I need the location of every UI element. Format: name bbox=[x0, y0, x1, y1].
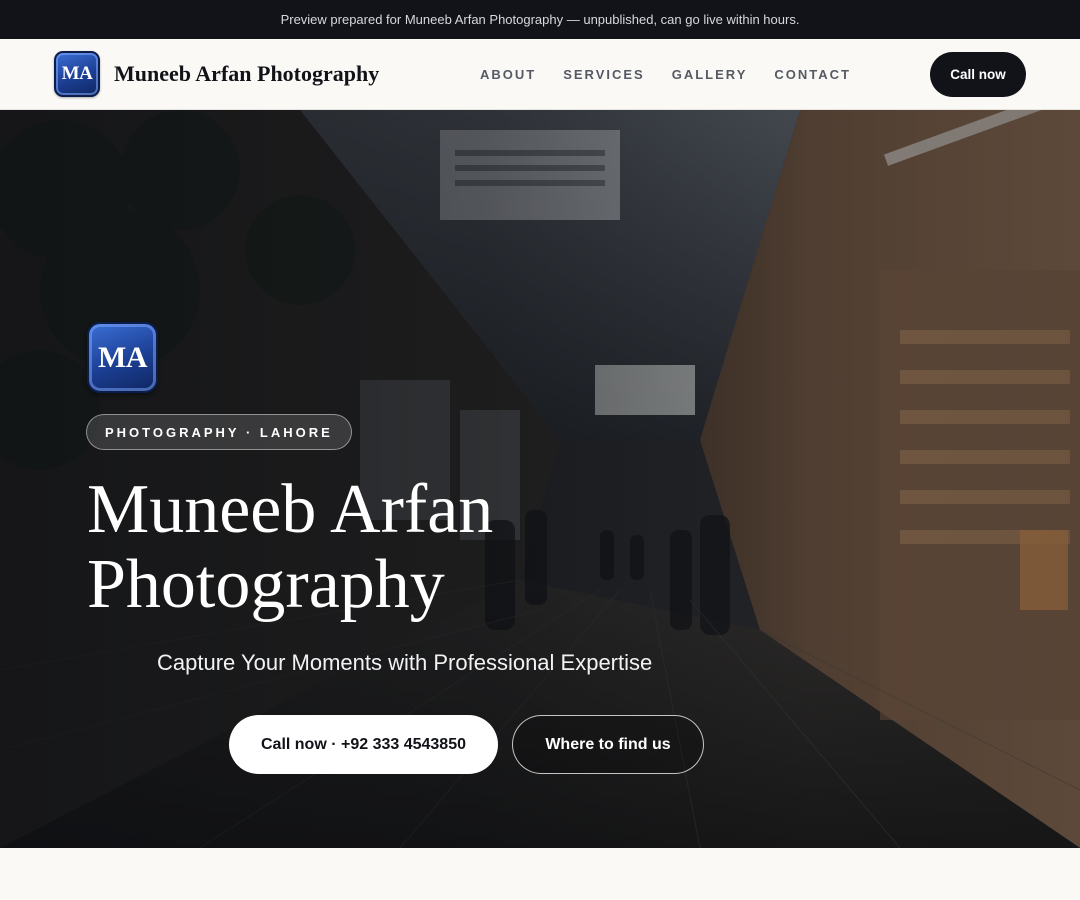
hero-title-line-2: Photography bbox=[87, 546, 445, 623]
brand[interactable]: MA Muneeb Arfan Photography bbox=[54, 51, 379, 97]
hero-logo: MA bbox=[87, 322, 158, 393]
where-to-find-us-button[interactable]: Where to find us bbox=[512, 715, 704, 774]
top-navigation: MA Muneeb Arfan Photography ABOUT SERVIC… bbox=[0, 39, 1080, 110]
hero-title: Muneeb Arfan Photography bbox=[87, 472, 687, 622]
call-phone-button[interactable]: Call now · +92 333 4543850 bbox=[229, 715, 498, 774]
hero-tagline: Capture Your Moments with Professional E… bbox=[157, 650, 653, 675]
brand-logo: MA bbox=[54, 51, 100, 97]
hero-title-line-1: Muneeb Arfan bbox=[87, 471, 494, 548]
announcement-bar: Preview prepared for Muneeb Arfan Photog… bbox=[0, 0, 1080, 39]
brand-name: Muneeb Arfan Photography bbox=[114, 61, 380, 86]
nav-link-about[interactable]: ABOUT bbox=[480, 67, 536, 82]
call-now-button[interactable]: Call now bbox=[930, 52, 1026, 97]
hero-section: MA PHOTOGRAPHY · LAHORE Muneeb Arfan Pho… bbox=[0, 110, 1080, 848]
hero-eyebrow-badge: PHOTOGRAPHY · LAHORE bbox=[86, 414, 352, 450]
nav-links: ABOUT SERVICES GALLERY CONTACT bbox=[480, 39, 851, 110]
nav-link-gallery[interactable]: GALLERY bbox=[672, 67, 748, 82]
nav-link-services[interactable]: SERVICES bbox=[563, 67, 645, 82]
announcement-text: Preview prepared for Muneeb Arfan Photog… bbox=[280, 12, 800, 27]
nav-link-contact[interactable]: CONTACT bbox=[774, 67, 851, 82]
